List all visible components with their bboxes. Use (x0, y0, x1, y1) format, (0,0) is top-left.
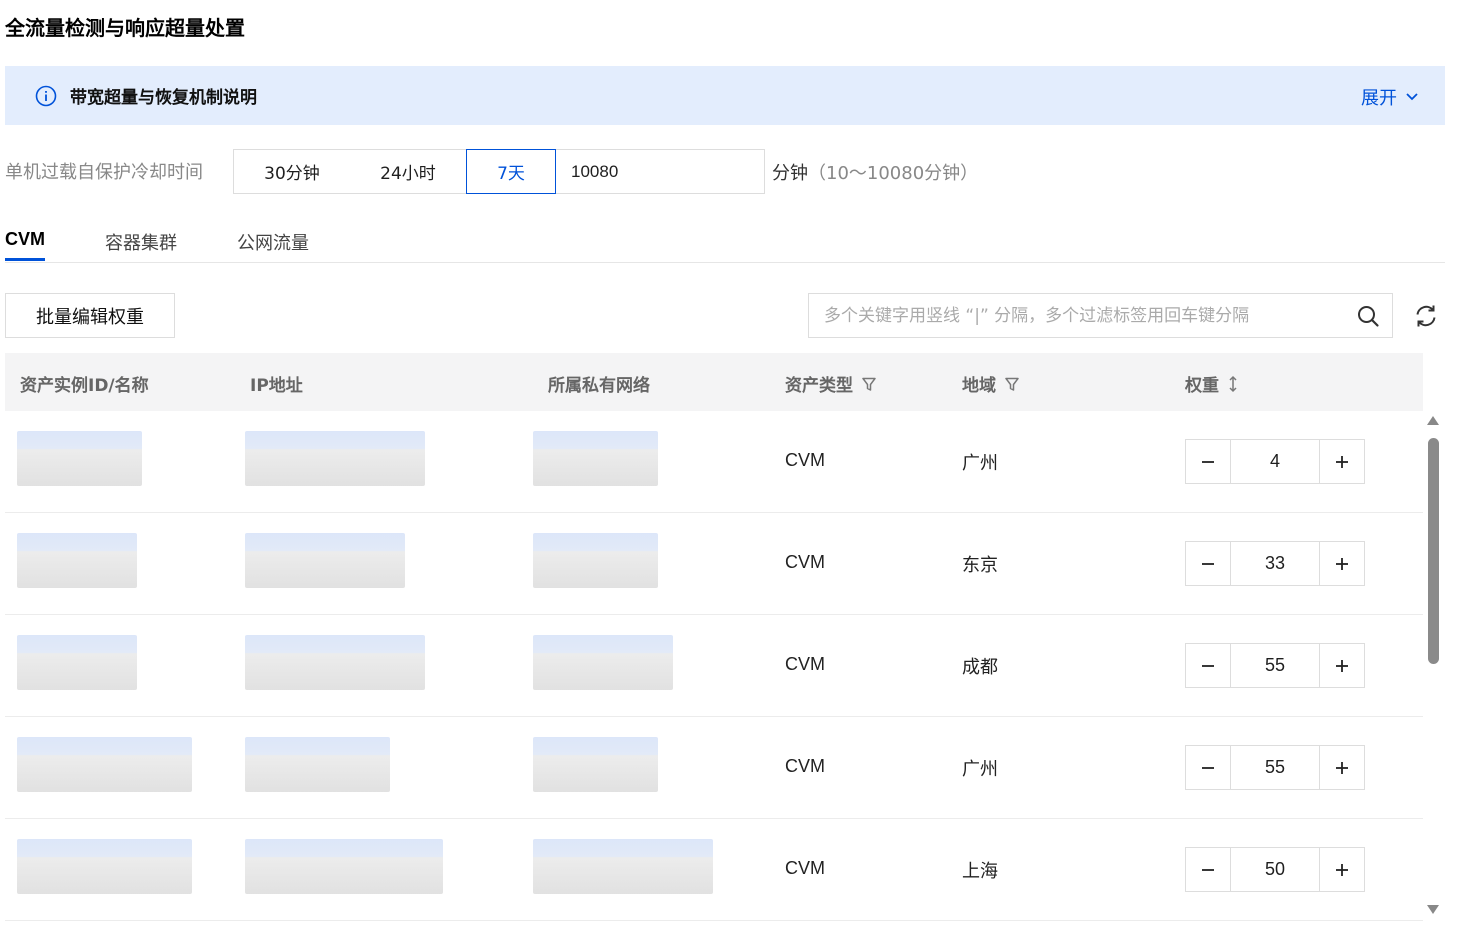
plus-icon[interactable] (1319, 440, 1364, 483)
redacted-asset-id (17, 431, 142, 486)
cooldown-hint: （10～10080分钟） (808, 163, 979, 184)
table-row: CVM 成都 55 (5, 615, 1423, 717)
weight-stepper: 50 (1185, 847, 1365, 892)
weight-stepper: 4 (1185, 439, 1365, 484)
column-weight-label: 权重 (1185, 376, 1219, 396)
scroll-up-arrow-icon[interactable] (1427, 416, 1439, 425)
search-icon[interactable] (1356, 304, 1380, 328)
page-title: 全流量检测与响应超量处置 (5, 16, 245, 40)
cooldown-label: 单机过载自保护冷却时间 (5, 162, 203, 183)
weight-stepper: 33 (1185, 541, 1365, 586)
redacted-vpc (533, 533, 658, 588)
cooldown-option-24h[interactable]: 24小时 (350, 149, 467, 194)
weight-value[interactable]: 33 (1231, 542, 1319, 585)
scroll-down-arrow-icon[interactable] (1427, 905, 1439, 914)
minus-icon[interactable] (1186, 746, 1231, 789)
cooldown-option-7d[interactable]: 7天 (466, 149, 556, 194)
redacted-asset-id (17, 635, 137, 690)
redacted-asset-id (17, 839, 192, 894)
cooldown-input[interactable] (555, 149, 765, 194)
plus-icon[interactable] (1319, 644, 1364, 687)
active-tab-indicator (5, 258, 45, 261)
minus-icon[interactable] (1186, 440, 1231, 483)
redacted-ip (245, 533, 405, 588)
filter-icon[interactable] (861, 376, 877, 392)
weight-value[interactable]: 50 (1231, 848, 1319, 891)
table-row: CVM 广州 55 (5, 717, 1423, 819)
filter-icon[interactable] (1004, 376, 1020, 392)
column-vpc: 所属私有网络 (548, 371, 650, 396)
cooldown-unit: 分钟（10～10080分钟） (772, 159, 978, 185)
scrollbar-thumb[interactable] (1428, 438, 1439, 664)
plus-icon[interactable] (1319, 542, 1364, 585)
column-region: 地域 (962, 371, 1020, 396)
expand-button[interactable]: 展开 (1361, 84, 1419, 110)
column-asset-type-label: 资产类型 (785, 376, 853, 396)
column-asset-id: 资产实例ID/名称 (20, 371, 149, 396)
sort-icon[interactable] (1227, 375, 1239, 393)
table-header: 资产实例ID/名称 IP地址 所属私有网络 资产类型 地域 权重 (5, 353, 1423, 411)
table-row: CVM 东京 33 (5, 513, 1423, 615)
search-input[interactable] (809, 294, 1356, 337)
minus-icon[interactable] (1186, 542, 1231, 585)
cooldown-option-30min[interactable]: 30分钟 (233, 149, 351, 194)
info-circle-icon (35, 85, 57, 106)
redacted-vpc (533, 635, 673, 690)
minus-icon[interactable] (1186, 644, 1231, 687)
weight-value[interactable]: 4 (1231, 440, 1319, 483)
redacted-vpc (533, 737, 658, 792)
region-cell: 成都 (962, 657, 998, 678)
asset-type-cell: CVM (785, 858, 825, 878)
redacted-vpc (533, 839, 713, 894)
tab-bar: CVM 容器集群 公网流量 (5, 216, 1445, 263)
redacted-ip (245, 839, 443, 894)
asset-type-cell: CVM (785, 450, 825, 470)
table-row: CVM 广州 4 (5, 411, 1423, 513)
minus-icon[interactable] (1186, 848, 1231, 891)
table-scrollbar[interactable] (1425, 416, 1441, 916)
tab-cvm[interactable]: CVM (5, 229, 45, 250)
weight-value[interactable]: 55 (1231, 746, 1319, 789)
column-weight: 权重 (1185, 371, 1239, 396)
table-row: CVM 上海 50 (5, 819, 1423, 921)
refresh-icon[interactable] (1413, 303, 1439, 329)
region-cell: 广州 (962, 453, 998, 474)
cooldown-unit-text: 分钟 (772, 163, 808, 184)
notice-banner: 带宽超量与恢复机制说明 展开 (5, 66, 1445, 125)
asset-type-cell: CVM (785, 654, 825, 674)
weight-stepper: 55 (1185, 643, 1365, 688)
column-ip: IP地址 (250, 371, 303, 396)
asset-type-cell: CVM (785, 756, 825, 776)
redacted-asset-id (17, 737, 192, 792)
region-cell: 东京 (962, 555, 998, 576)
weight-value[interactable]: 55 (1231, 644, 1319, 687)
batch-edit-weight-button[interactable]: 批量编辑权重 (5, 293, 175, 338)
plus-icon[interactable] (1319, 746, 1364, 789)
search-box (808, 293, 1393, 338)
asset-type-cell: CVM (785, 552, 825, 572)
weight-stepper: 55 (1185, 745, 1365, 790)
chevron-down-icon (1406, 93, 1418, 101)
redacted-ip (245, 635, 425, 690)
plus-icon[interactable] (1319, 848, 1364, 891)
column-asset-id-label: 资产实例ID/名称 (20, 376, 149, 396)
column-asset-type: 资产类型 (785, 371, 877, 396)
redacted-ip (245, 431, 425, 486)
tab-container-cluster[interactable]: 容器集群 (105, 229, 177, 255)
redacted-vpc (533, 431, 658, 486)
redacted-ip (245, 737, 390, 792)
tab-public-traffic[interactable]: 公网流量 (237, 229, 309, 255)
region-cell: 上海 (962, 861, 998, 882)
column-vpc-label: 所属私有网络 (548, 376, 650, 396)
expand-label: 展开 (1361, 88, 1397, 109)
column-ip-label: IP地址 (250, 376, 303, 396)
column-region-label: 地域 (962, 376, 996, 396)
notice-text: 带宽超量与恢复机制说明 (70, 88, 257, 108)
region-cell: 广州 (962, 759, 998, 780)
redacted-asset-id (17, 533, 137, 588)
